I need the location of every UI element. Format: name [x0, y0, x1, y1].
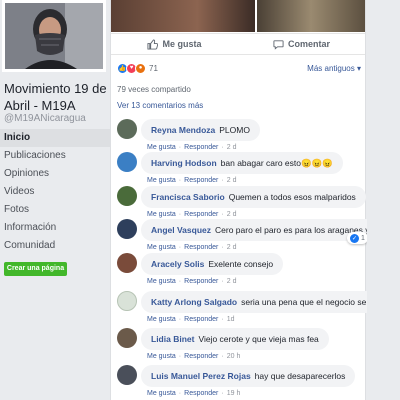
comment-reply-link[interactable]: Responder [184, 177, 218, 184]
comment-meta: Me gusta · Responder · 2 d [147, 244, 237, 251]
comment-like-link[interactable]: Me gusta [147, 390, 176, 397]
nav-item-inicio[interactable]: Inicio [0, 129, 110, 147]
post-action-bar: Me gusta Comentar [111, 33, 365, 55]
comment-time[interactable]: 2 d [227, 278, 237, 285]
comment-text: Exelente consejo [208, 259, 274, 269]
avatar[interactable] [117, 253, 137, 273]
comment-reply-link[interactable]: Responder [184, 211, 218, 218]
comment-like-link[interactable]: Me gusta [147, 177, 176, 184]
comment-author[interactable]: Luis Manuel Perez Rojas [151, 371, 251, 381]
comment-author[interactable]: Katty Arlong Salgado [151, 297, 237, 307]
comment-author[interactable]: Reyna Mendoza [151, 125, 215, 135]
comment-author[interactable]: Angel Vasquez [151, 225, 211, 235]
reaction-count[interactable]: 71 [149, 64, 158, 73]
comment-author[interactable]: Harving Hodson [151, 158, 217, 168]
view-more-comments-link[interactable]: Ver 13 comentarios más [117, 101, 203, 110]
avatar[interactable] [117, 119, 137, 139]
comment-meta: Me gusta · Responder · 2 d [147, 144, 237, 151]
avatar[interactable] [117, 152, 137, 172]
comment-meta: Me gusta · Responder · 2 d [147, 177, 237, 184]
comment-meta: Me gusta · Responder · 2 d [147, 211, 237, 218]
comment-like-link[interactable]: Me gusta [147, 144, 176, 151]
comment-text: Quemen a todos esos malparidos [228, 192, 356, 202]
page-profile-photo[interactable] [2, 0, 106, 72]
page-handle[interactable]: @M19ANicaragua [4, 113, 86, 124]
avatar[interactable] [117, 328, 137, 348]
nav-item-publicaciones[interactable]: Publicaciones [0, 147, 110, 165]
reaction-icons: 👍 ♥ ● [117, 62, 146, 74]
comment-reply-link[interactable]: Responder [184, 316, 218, 323]
comment-time[interactable]: 2 d [227, 211, 237, 218]
comment-reply-link[interactable]: Responder [184, 353, 218, 360]
thumbs-up-icon: ✓ [350, 233, 359, 243]
like-label: Me gusta [162, 39, 202, 49]
thumbs-up-icon [147, 38, 159, 50]
nav-item-videos[interactable]: Videos [0, 183, 110, 201]
comment-time[interactable]: 2 d [227, 177, 237, 184]
comment-time[interactable]: 20 h [227, 353, 241, 360]
reactions-summary[interactable]: 👍 ♥ ● 71 Más antiguos ▾ [117, 61, 361, 75]
comment-bubble: Luis Manuel Perez Rojas hay que desapare… [141, 365, 356, 387]
comment-like-link[interactable]: Me gusta [147, 316, 176, 323]
comment-bubble: Reyna Mendoza PLOMO [141, 119, 260, 141]
avatar[interactable] [117, 291, 137, 311]
avatar[interactable] [117, 219, 137, 239]
post-image-right[interactable] [255, 0, 365, 32]
comment-bubble: Lidia Binet Viejo cerote y que vieja mas… [141, 328, 329, 350]
comment-text: Viejo cerote y que vieja mas fea [198, 334, 319, 344]
post-column: Me gusta Comentar 👍 ♥ ● 71 Más antiguos … [110, 0, 400, 400]
comment-bubble: Katty Arlong Salgado seria una pena que … [141, 291, 400, 313]
facebook-page: Movimiento 19 de Abril - M19A @M19ANicar… [0, 0, 400, 400]
avatar[interactable] [117, 365, 137, 385]
comment-reaction-badge[interactable]: ✓ 1 [347, 232, 368, 244]
comment-meta: Me gusta · Responder · 1d [147, 316, 235, 323]
comment-like-link[interactable]: Me gusta [147, 353, 176, 360]
comment-time[interactable]: 1d [227, 316, 235, 323]
comment-text: hay que desaparecerlos [254, 371, 346, 381]
nav-item-fotos[interactable]: Fotos [0, 201, 110, 219]
comment-bubble-icon [273, 39, 284, 50]
comment-meta: Me gusta · Responder · 20 h [147, 353, 241, 360]
comment-reply-link[interactable]: Responder [184, 278, 218, 285]
comment-author[interactable]: Francisca Saborio [151, 192, 225, 202]
comment-button[interactable]: Comentar [238, 34, 365, 54]
comment-author[interactable]: Aracely Solis [151, 259, 204, 269]
nav-item-informacion[interactable]: Información [0, 219, 110, 237]
comment-reply-link[interactable]: Responder [184, 244, 218, 251]
comment-label: Comentar [287, 39, 330, 49]
post-images[interactable] [111, 0, 365, 32]
avatar[interactable] [117, 186, 137, 206]
comment-reaction-count: 1 [361, 234, 365, 242]
comment-text: ban abagar caro esto😠😠😠 [220, 157, 333, 168]
comment-time[interactable]: 2 d [227, 144, 237, 151]
create-page-button[interactable]: Crear una página [4, 262, 67, 276]
comment-text: PLOMO [219, 125, 250, 135]
comment-reply-link[interactable]: Responder [184, 144, 218, 151]
comment-bubble: Francisca Saborio Quemen a todos esos ma… [141, 186, 366, 208]
comment-like-link[interactable]: Me gusta [147, 211, 176, 218]
comment-sort-dropdown[interactable]: Más antiguos ▾ [307, 64, 361, 73]
comment-like-link[interactable]: Me gusta [147, 278, 176, 285]
angry-reaction-icon: ● [135, 62, 146, 74]
page-nav: Inicio Publicaciones Opiniones Videos Fo… [0, 129, 110, 255]
nav-item-opiniones[interactable]: Opiniones [0, 165, 110, 183]
comment-reply-link[interactable]: Responder [184, 390, 218, 397]
page-title[interactable]: Movimiento 19 de Abril - M19A [4, 80, 108, 114]
comment-meta: Me gusta · Responder · 2 d [147, 278, 237, 285]
nav-item-comunidad[interactable]: Comunidad [0, 237, 110, 255]
right-gutter [367, 0, 400, 400]
comment-bubble: Aracely Solis Exelente consejo [141, 253, 284, 275]
comment-time[interactable]: 2 d [227, 244, 237, 251]
page-sidebar: Movimiento 19 de Abril - M19A @M19ANicar… [0, 0, 110, 400]
comment-bubble: Harving Hodson ban abagar caro esto😠😠😠 [141, 152, 343, 174]
comment-author[interactable]: Lidia Binet [151, 334, 194, 344]
comment-meta: Me gusta · Responder · 19 h [147, 390, 241, 397]
like-button[interactable]: Me gusta [111, 34, 238, 54]
comment-time[interactable]: 19 h [227, 390, 241, 397]
share-count[interactable]: 79 veces compartido [117, 85, 191, 94]
comment-like-link[interactable]: Me gusta [147, 244, 176, 251]
post-image-left[interactable] [111, 0, 255, 32]
